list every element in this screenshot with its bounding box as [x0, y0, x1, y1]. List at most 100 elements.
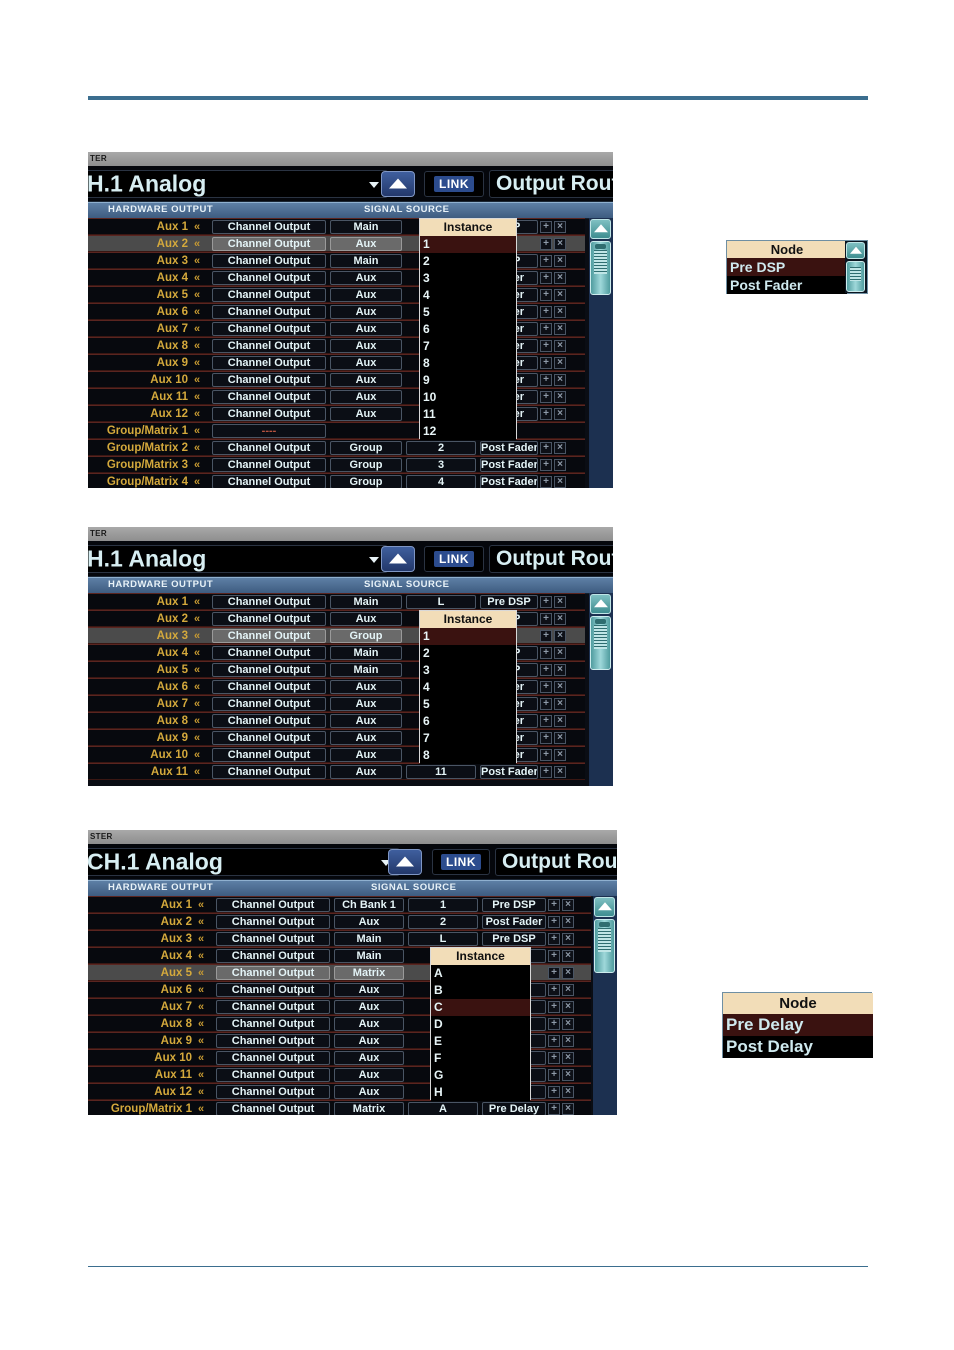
signal-source-cell[interactable]: Channel Output: [212, 339, 326, 353]
bus-type-cell[interactable]: Aux: [330, 714, 402, 728]
add-routing-button[interactable]: +: [548, 1018, 560, 1030]
add-routing-button[interactable]: +: [548, 899, 560, 911]
add-routing-button[interactable]: +: [548, 1103, 560, 1115]
node-option-post-fader[interactable]: Post Fader: [727, 276, 847, 294]
page-up-button[interactable]: [381, 171, 415, 197]
signal-source-cell[interactable]: Channel Output: [212, 646, 326, 660]
bus-type-cell[interactable]: Main: [334, 949, 404, 963]
remove-routing-button[interactable]: ×: [562, 1052, 574, 1064]
page-up-button[interactable]: [381, 546, 415, 572]
remove-routing-button[interactable]: ×: [562, 1018, 574, 1030]
signal-source-cell[interactable]: ----: [212, 424, 326, 438]
add-routing-button[interactable]: +: [540, 476, 552, 488]
instance-dropdown-2[interactable]: Instance 1 2 3 4 5 6 7 8: [419, 610, 517, 764]
signal-source-cell[interactable]: Channel Output: [216, 1000, 330, 1014]
instance-dropdown-option[interactable]: 8: [420, 355, 516, 372]
scroll-up-button[interactable]: [590, 594, 611, 614]
bus-type-cell[interactable]: Matrix: [334, 966, 404, 980]
remove-routing-button[interactable]: ×: [554, 681, 566, 693]
add-routing-button[interactable]: +: [540, 289, 552, 301]
remove-routing-button[interactable]: ×: [562, 916, 574, 928]
remove-routing-button[interactable]: ×: [554, 289, 566, 301]
add-routing-button[interactable]: +: [540, 272, 552, 284]
add-routing-button[interactable]: +: [540, 630, 552, 642]
bus-type-cell[interactable]: Aux: [330, 356, 402, 370]
remove-routing-button[interactable]: ×: [562, 1069, 574, 1081]
signal-source-cell[interactable]: Channel Output: [212, 663, 326, 677]
scroll-up-button[interactable]: [590, 219, 611, 239]
bus-type-cell[interactable]: Main: [330, 254, 402, 268]
bus-type-cell[interactable]: Aux: [330, 339, 402, 353]
signal-source-cell[interactable]: Channel Output: [212, 748, 326, 762]
add-routing-button[interactable]: +: [548, 1069, 560, 1081]
bus-type-cell[interactable]: Aux: [330, 407, 402, 421]
bus-type-cell[interactable]: Aux: [330, 322, 402, 336]
vertical-scrollbar-3[interactable]: [593, 896, 617, 1115]
node-popup-1[interactable]: Node Pre DSP Post Fader: [726, 240, 868, 294]
signal-source-cell[interactable]: Channel Output: [216, 949, 330, 963]
signal-source-cell[interactable]: Channel Output: [212, 475, 326, 488]
remove-routing-button[interactable]: ×: [562, 967, 574, 979]
bus-type-cell[interactable]: Aux: [330, 680, 402, 694]
instance-cell[interactable]: L: [408, 932, 478, 946]
bus-type-cell[interactable]: Ch Bank 1: [334, 898, 404, 912]
bus-type-cell[interactable]: Aux: [334, 1017, 404, 1031]
remove-routing-button[interactable]: ×: [554, 221, 566, 233]
instance-dropdown-option[interactable]: 6: [420, 713, 516, 730]
vertical-scrollbar-1[interactable]: [589, 218, 613, 488]
remove-routing-button[interactable]: ×: [562, 1086, 574, 1098]
signal-source-cell[interactable]: Channel Output: [216, 983, 330, 997]
add-routing-button[interactable]: +: [540, 238, 552, 250]
bus-type-cell[interactable]: Group: [330, 458, 402, 472]
instance-dropdown-option[interactable]: 1: [420, 628, 516, 645]
node-popup-2[interactable]: Node Pre Delay Post Delay: [722, 992, 873, 1058]
remove-routing-button[interactable]: ×: [554, 340, 566, 352]
remove-routing-button[interactable]: ×: [554, 459, 566, 471]
bus-type-cell[interactable]: Main: [330, 646, 402, 660]
instance-dropdown-option[interactable]: 7: [420, 730, 516, 747]
instance-dropdown-option[interactable]: 3: [420, 270, 516, 287]
remove-routing-button[interactable]: ×: [554, 630, 566, 642]
signal-source-cell[interactable]: Channel Output: [212, 237, 326, 251]
signal-source-cell[interactable]: Channel Output: [216, 932, 330, 946]
signal-source-cell[interactable]: Channel Output: [212, 458, 326, 472]
node-popup-scrollbar-1[interactable]: [845, 241, 867, 293]
instance-dropdown-option[interactable]: 6: [420, 321, 516, 338]
bus-type-cell[interactable]: Aux: [330, 697, 402, 711]
signal-source-cell[interactable]: Channel Output: [212, 305, 326, 319]
bus-type-cell[interactable]: Aux: [334, 915, 404, 929]
bus-type-cell[interactable]: Aux: [334, 1034, 404, 1048]
instance-dropdown-option[interactable]: D: [431, 1016, 530, 1033]
remove-routing-button[interactable]: ×: [562, 1103, 574, 1115]
signal-source-cell[interactable]: Channel Output: [212, 220, 326, 234]
instance-cell[interactable]: 2: [406, 441, 476, 455]
remove-routing-button[interactable]: ×: [554, 391, 566, 403]
remove-routing-button[interactable]: ×: [562, 933, 574, 945]
node-cell[interactable]: Post Fader: [482, 915, 546, 929]
instance-dropdown-1[interactable]: Instance 1 2 3 4 5 6 7 8 9 10 11 12: [419, 218, 517, 440]
remove-routing-button[interactable]: ×: [554, 272, 566, 284]
table-row[interactable]: Aux 11 « Channel Output Aux 11 Post Fader + ×: [88, 763, 585, 780]
signal-source-cell[interactable]: Channel Output: [212, 595, 326, 609]
bus-type-cell[interactable]: Aux: [334, 983, 404, 997]
bus-type-cell[interactable]: Main: [330, 220, 402, 234]
signal-source-cell[interactable]: Channel Output: [216, 1051, 330, 1065]
device-selector[interactable]: CH.1 Analog: [88, 848, 400, 876]
bus-type-cell[interactable]: Group: [330, 441, 402, 455]
remove-routing-button[interactable]: ×: [554, 664, 566, 676]
instance-dropdown-option[interactable]: 2: [420, 253, 516, 270]
bus-type-cell[interactable]: Aux: [334, 1000, 404, 1014]
add-routing-button[interactable]: +: [548, 1052, 560, 1064]
table-row[interactable]: Aux 2 « Channel Output Aux 2 Post Fader + ×: [88, 913, 591, 930]
instance-dropdown-option[interactable]: 4: [420, 679, 516, 696]
node-cell[interactable]: Post Fader: [480, 475, 538, 488]
mode-selector[interactable]: Output Routing: [495, 848, 617, 876]
instance-dropdown-option[interactable]: H: [431, 1084, 530, 1101]
bus-type-cell[interactable]: Main: [334, 932, 404, 946]
scrollbar-thumb[interactable]: [590, 241, 611, 295]
signal-source-cell[interactable]: Channel Output: [216, 1102, 330, 1115]
remove-routing-button[interactable]: ×: [554, 442, 566, 454]
remove-routing-button[interactable]: ×: [554, 732, 566, 744]
remove-routing-button[interactable]: ×: [554, 715, 566, 727]
remove-routing-button[interactable]: ×: [554, 613, 566, 625]
